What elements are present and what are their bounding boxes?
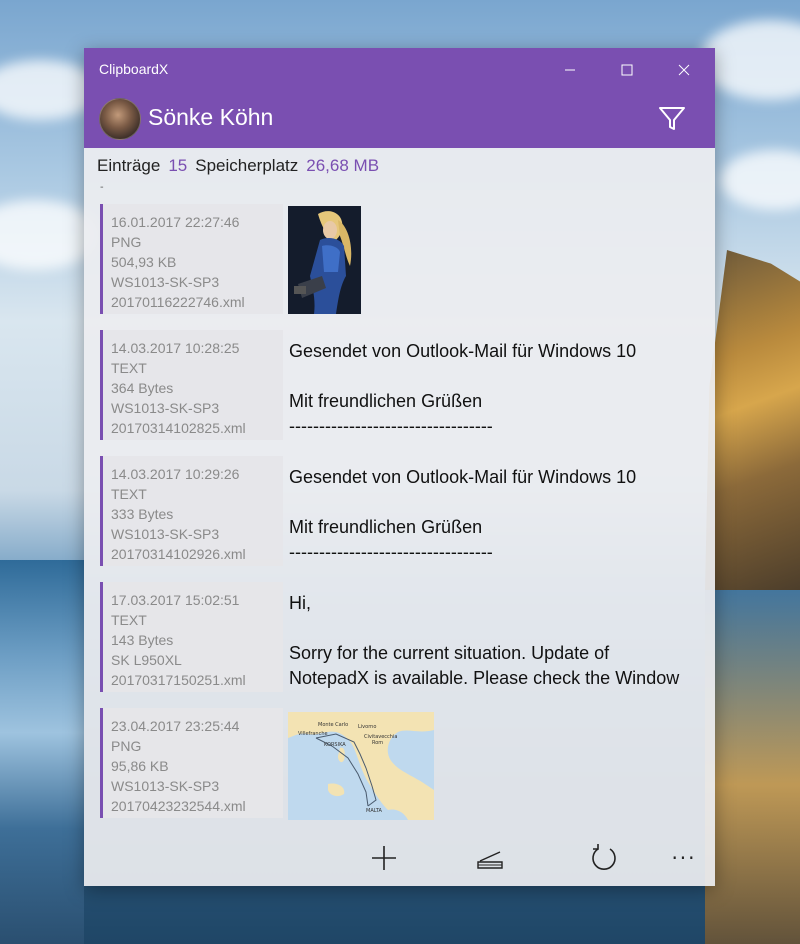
entry-device: WS1013-SK-SP3 <box>111 400 220 416</box>
entry-size: 95,86 KB <box>111 758 169 774</box>
entry-meta[interactable]: 14.03.2017 10:28:25 TEXT 364 Bytes WS101… <box>100 330 283 440</box>
title-bar[interactable]: ClipboardX <box>84 48 715 92</box>
preview-line <box>289 364 694 389</box>
preview-line: ---------------------------------- <box>289 416 493 436</box>
entry-type: TEXT <box>111 612 147 628</box>
list-item[interactable]: 17.03.2017 15:02:51 TEXT 143 Bytes SK L9… <box>100 582 700 708</box>
entry-date: 16.01.2017 22:27:46 <box>111 214 240 230</box>
entry-device: SK L950XL <box>111 652 182 668</box>
preview-line: Gesendet von Outlook-Mail für Windows 10 <box>289 341 637 361</box>
entry-date: 14.03.2017 10:28:25 <box>111 340 240 356</box>
sea-left <box>0 560 84 944</box>
entry-date: 17.03.2017 15:02:51 <box>111 592 240 608</box>
preview-line: Sorry for the current situation. Update … <box>289 643 610 663</box>
entry-device: WS1013-SK-SP3 <box>111 526 220 542</box>
maximize-button[interactable] <box>604 54 650 86</box>
entries-count: 15 <box>168 156 188 175</box>
close-button[interactable] <box>661 54 707 86</box>
entry-meta[interactable]: 17.03.2017 15:02:51 TEXT 143 Bytes SK L9… <box>100 582 283 692</box>
list-item[interactable]: 14.03.2017 10:28:25 TEXT 364 Bytes WS101… <box>100 330 700 456</box>
scan-button[interactable] <box>470 838 510 878</box>
refresh-icon <box>592 844 616 870</box>
text-preview[interactable]: Gesendet von Outlook-Mail für Windows 10… <box>289 339 694 443</box>
preview-line: Gesendet von Outlook-Mail für Windows 10 <box>289 467 637 487</box>
add-button[interactable] <box>364 838 404 878</box>
entry-type: PNG <box>111 738 142 754</box>
app-title: ClipboardX <box>99 61 169 77</box>
entry-meta[interactable]: 16.01.2017 22:27:46 PNG 504,93 KB WS1013… <box>100 204 283 314</box>
entry-file: 20170116222746.xml <box>111 294 245 310</box>
list-item[interactable]: 23.04.2017 23:25:44 PNG 95,86 KB WS1013-… <box>100 708 700 834</box>
list-item[interactable]: 14.03.2017 10:29:26 TEXT 333 Bytes WS101… <box>100 456 700 582</box>
refresh-button[interactable] <box>584 838 624 878</box>
stats-bar: Einträge 15 Speicherplatz 26,68 MB <box>97 156 387 176</box>
text-preview[interactable]: Hi, Sorry for the current situation. Upd… <box>289 591 694 695</box>
entry-meta[interactable]: 14.03.2017 10:29:26 TEXT 333 Bytes WS101… <box>100 456 283 566</box>
list-item[interactable]: 16.01.2017 22:27:46 PNG 504,93 KB WS1013… <box>100 204 700 330</box>
entry-file: 20170314102825.xml <box>111 420 246 436</box>
entry-date: 23.04.2017 23:25:44 <box>111 718 240 734</box>
preview-line <box>289 616 694 641</box>
filter-button[interactable] <box>654 100 690 136</box>
storage-label: Speicherplatz <box>195 156 299 175</box>
entries-label: Einträge <box>97 156 161 175</box>
text-preview[interactable]: Gesendet von Outlook-Mail für Windows 10… <box>289 465 694 569</box>
preview-line: NotepadX is available. Please check the … <box>289 668 680 688</box>
entry-type: PNG <box>111 234 142 250</box>
minimize-icon <box>565 69 575 71</box>
entry-list: 16.01.2017 22:27:46 PNG 504,93 KB WS1013… <box>100 204 700 834</box>
close-icon <box>678 64 690 76</box>
map-label: Rom <box>372 740 383 746</box>
sea-reflection <box>705 590 800 944</box>
separator: - <box>100 182 104 193</box>
add-icon <box>372 846 396 870</box>
maximize-icon <box>621 64 633 76</box>
scanner-icon <box>477 851 503 869</box>
filter-icon <box>659 107 685 130</box>
more-options-button[interactable]: ··· <box>664 838 704 878</box>
map-label: Villefranche <box>298 731 328 737</box>
entry-size: 364 Bytes <box>111 380 174 396</box>
map-image-graphic: Monte Carlo Villefranche Livorno Civitav… <box>288 712 434 820</box>
entry-date: 14.03.2017 10:29:26 <box>111 466 240 482</box>
preview-line: Mit freundlichen Grüßen <box>289 391 483 411</box>
user-name: Sönke Köhn <box>148 104 274 130</box>
bottom-toolbar: ··· <box>84 826 715 886</box>
entry-file: 20170314102926.xml <box>111 546 246 562</box>
preview-line: ---------------------------------- <box>289 542 493 562</box>
entry-file: 20170423232544.xml <box>111 798 246 814</box>
entry-size: 333 Bytes <box>111 506 174 522</box>
entry-size: 504,93 KB <box>111 254 177 270</box>
map-label: Livorno <box>358 724 376 730</box>
entry-type: TEXT <box>111 486 147 502</box>
app-window: ClipboardX Sönke Köhn Einträge 15 Speicher… <box>84 48 715 886</box>
preview-line <box>289 490 694 515</box>
map-image[interactable]: Monte Carlo Villefranche Livorno Civitav… <box>288 712 434 820</box>
cliff-scenery <box>705 250 800 590</box>
map-label: MALTA <box>366 808 382 814</box>
entry-size: 143 Bytes <box>111 632 174 648</box>
preview-line: Hi, <box>289 593 311 613</box>
minimize-button[interactable] <box>547 54 593 86</box>
entry-meta[interactable]: 23.04.2017 23:25:44 PNG 95,86 KB WS1013-… <box>100 708 283 818</box>
avatar[interactable] <box>99 98 141 140</box>
entry-device: WS1013-SK-SP3 <box>111 778 220 794</box>
entry-type: TEXT <box>111 360 147 376</box>
storage-value: 26,68 MB <box>306 156 380 175</box>
map-label: KORSIKA <box>324 742 346 748</box>
app-header: Sönke Köhn <box>84 92 715 148</box>
figure-image-graphic <box>288 206 361 314</box>
entry-file: 20170317150251.xml <box>111 672 246 688</box>
figure-image[interactable] <box>288 206 361 314</box>
map-label: Monte Carlo <box>318 722 348 728</box>
entry-device: WS1013-SK-SP3 <box>111 274 220 290</box>
preview-line: Mit freundlichen Grüßen <box>289 517 483 537</box>
